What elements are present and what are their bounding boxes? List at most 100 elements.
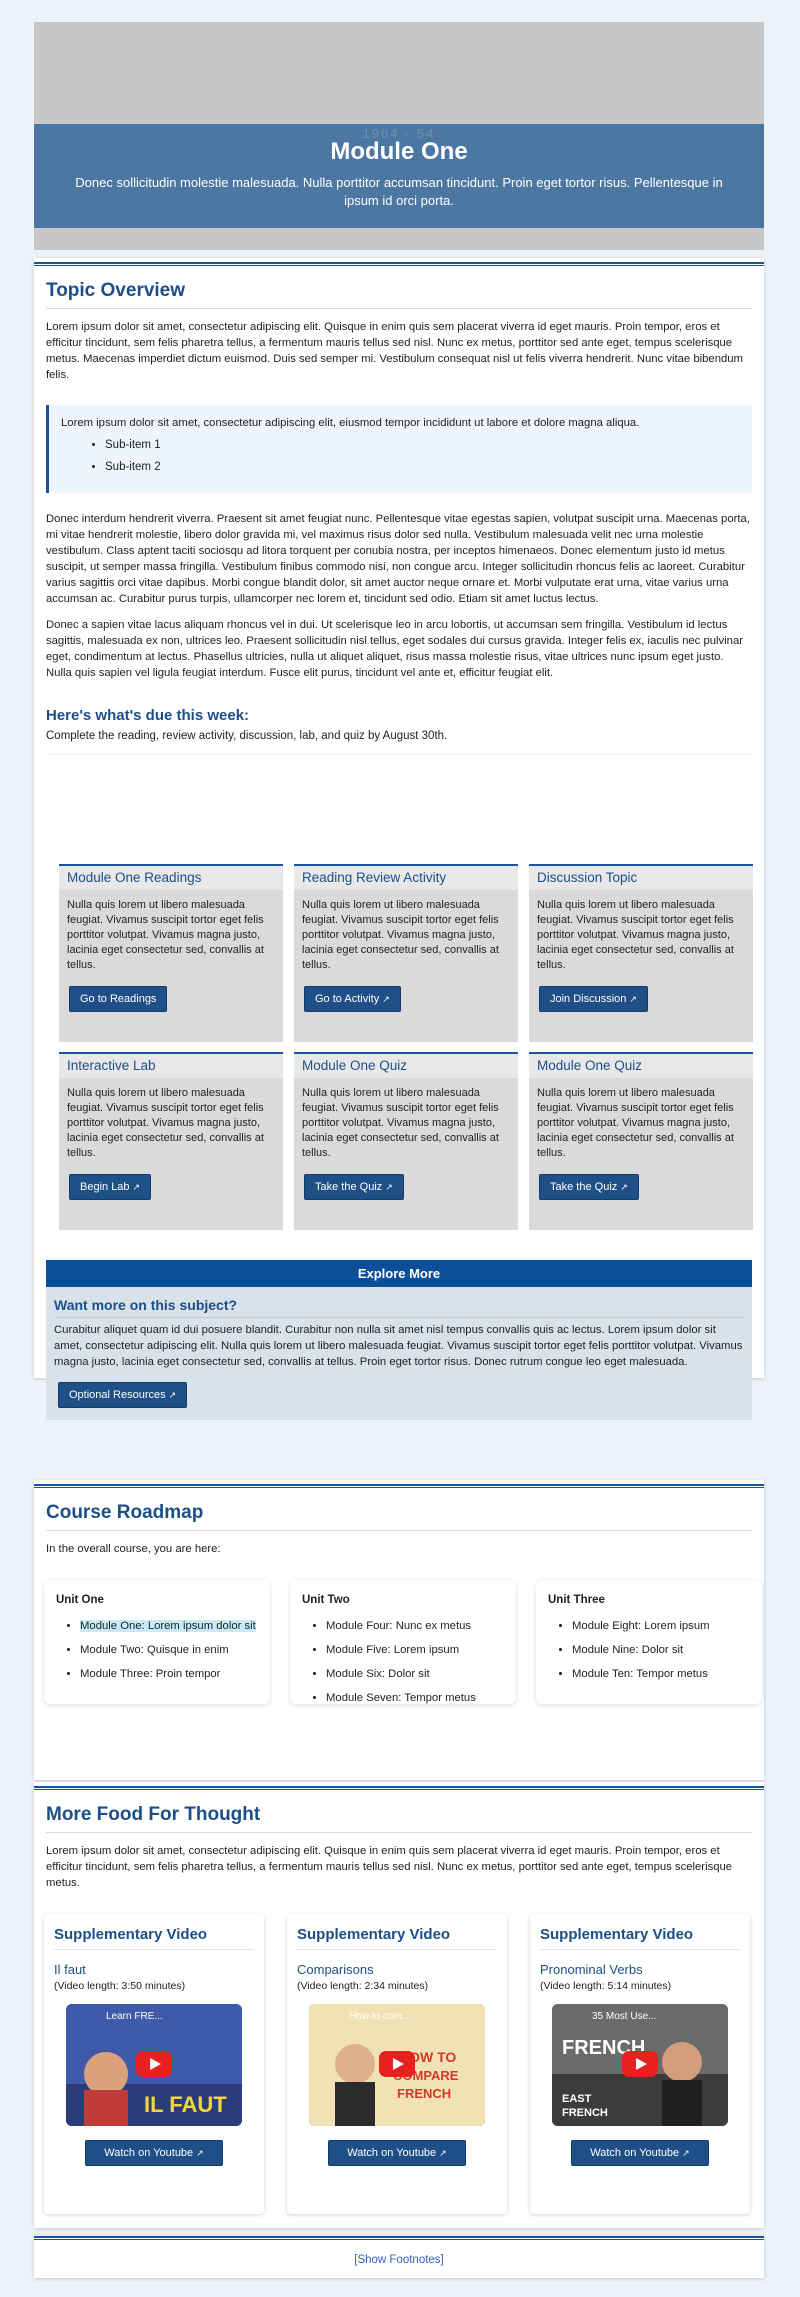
- unit-card: Unit Two Module Four: Nunc ex metus Modu…: [290, 1580, 516, 1704]
- unit-title: Unit Two: [302, 1594, 350, 1606]
- button-label: Join Discussion: [550, 993, 627, 1005]
- activity-title: Interactive Lab: [59, 1054, 283, 1078]
- page: 1984 - 54 Module One Donec sollicitudin …: [0, 0, 800, 2297]
- button-label: Take the Quiz: [550, 1181, 618, 1193]
- button-label: Watch on Youtube: [104, 2147, 194, 2159]
- thumbnail-caption: 35 Most Use...: [592, 2011, 657, 2022]
- external-link-icon: ↗: [385, 1182, 393, 1192]
- take-quiz-button[interactable]: Take the Quiz ↗: [304, 1174, 404, 1200]
- watch-on-youtube-button[interactable]: Watch on Youtube ↗: [571, 2140, 709, 2166]
- activity-card: Interactive Lab Nulla quis lorem ut libe…: [59, 1052, 283, 1230]
- module-item[interactable]: Module Ten: Tempor metus: [572, 1666, 750, 1682]
- activity-title: Module One Readings: [59, 866, 283, 890]
- module-list: Module One: Lorem ipsum dolor sit Module…: [56, 1618, 258, 1682]
- callout-list: Sub-item 1 Sub-item 2: [61, 439, 740, 473]
- activity-body: Nulla quis lorem ut libero malesuada feu…: [302, 1087, 499, 1159]
- play-icon[interactable]: [136, 2051, 172, 2077]
- module-item[interactable]: Module Nine: Dolor sit: [572, 1642, 750, 1658]
- unit-card: Unit Three Module Eight: Lorem ipsum Mod…: [536, 1580, 762, 1704]
- paragraph: Donec interdum hendrerit viverra. Praese…: [46, 513, 750, 605]
- unit-title: Unit One: [56, 1594, 104, 1606]
- module-item[interactable]: Module Two: Quisque in enim: [80, 1642, 258, 1658]
- due-heading: Here's what's due this week:: [46, 707, 250, 724]
- hero-subtitle: Donec sollicitudin molestie malesuada. N…: [75, 175, 723, 208]
- video-name: Il faut: [54, 1962, 86, 1977]
- module-item[interactable]: Module Six: Dolor sit: [326, 1666, 504, 1682]
- video-heading: Supplementary Video: [54, 1926, 254, 1950]
- external-link-icon: ↗: [682, 2148, 690, 2158]
- module-item[interactable]: Module Five: Lorem ipsum: [326, 1642, 504, 1658]
- optional-resources-button[interactable]: Optional Resources ↗: [58, 1382, 188, 1408]
- external-link-icon: ↗: [439, 2148, 447, 2158]
- video-name: Comparisons: [297, 1962, 374, 1977]
- activity-body: Nulla quis lorem ut libero malesuada feu…: [537, 1087, 734, 1159]
- module-item-current[interactable]: Module One: Lorem ipsum dolor sit: [80, 1618, 258, 1634]
- video-name: Pronominal Verbs: [540, 1962, 643, 1977]
- explore-header: Explore More: [46, 1260, 752, 1287]
- callout-text: Lorem ipsum dolor sit amet, consectetur …: [61, 417, 640, 429]
- hero-banner: 1984 - 54 Module One Donec sollicitudin …: [34, 22, 764, 250]
- explore-body: Curabitur aliquet quam id dui posuere bl…: [54, 1324, 743, 1368]
- page-title: Module One: [330, 138, 468, 165]
- activity-title: Module One Quiz: [294, 1054, 518, 1078]
- list-item: Sub-item 1: [105, 439, 740, 451]
- module-list: Module Eight: Lorem ipsum Module Nine: D…: [548, 1618, 750, 1682]
- activity-card: Module One Quiz Nulla quis lorem ut libe…: [294, 1052, 518, 1230]
- activity-card: Reading Review Activity Nulla quis lorem…: [294, 864, 518, 1042]
- module-list: Module Four: Nunc ex metus Module Five: …: [302, 1618, 504, 1706]
- module-item[interactable]: Module Three: Proin tempor: [80, 1666, 258, 1682]
- video-card: Supplementary Video Il faut (Video lengt…: [44, 1914, 264, 2214]
- video-length: (Video length: 3:50 minutes): [54, 1980, 186, 1992]
- video-card: Supplementary Video Pronominal Verbs (Vi…: [530, 1914, 750, 2214]
- module-item[interactable]: Module Seven: Tempor metus: [326, 1690, 504, 1706]
- section-title: Topic Overview: [46, 280, 752, 309]
- thumbnail-caption: Learn FRE...: [106, 2011, 163, 2022]
- watch-on-youtube-button[interactable]: Watch on Youtube ↗: [328, 2140, 466, 2166]
- video-thumbnail[interactable]: IL FAUT Learn FRE...: [66, 2004, 242, 2126]
- video-thumbnail[interactable]: FRENCH EAST FRENCH 35 Most Use...: [552, 2004, 728, 2126]
- join-discussion-button[interactable]: Join Discussion ↗: [539, 986, 648, 1012]
- watch-on-youtube-button[interactable]: Watch on Youtube ↗: [85, 2140, 223, 2166]
- activity-body: Nulla quis lorem ut libero malesuada feu…: [67, 1087, 264, 1159]
- play-icon[interactable]: [622, 2051, 658, 2077]
- svg-text:EAST: EAST: [562, 2093, 592, 2105]
- svg-text:IL FAUT: IL FAUT: [144, 2092, 227, 2117]
- play-icon[interactable]: [379, 2051, 415, 2077]
- button-label: Optional Resources: [69, 1389, 166, 1401]
- section-title: More Food For Thought: [46, 1804, 752, 1833]
- button-label: Take the Quiz: [315, 1181, 383, 1193]
- activity-card: Module One Quiz Nulla quis lorem ut libe…: [529, 1052, 753, 1230]
- begin-lab-button[interactable]: Begin Lab ↗: [69, 1174, 152, 1200]
- go-to-activity-button[interactable]: Go to Activity ↗: [304, 986, 401, 1012]
- due-text: Complete the reading, review activity, d…: [46, 730, 752, 755]
- show-footnotes-link[interactable]: [Show Footnotes]: [34, 2240, 764, 2266]
- go-to-readings-button[interactable]: Go to Readings: [69, 986, 168, 1012]
- unit-card: Unit One Module One: Lorem ipsum dolor s…: [44, 1580, 270, 1704]
- explore-title: Want more on this subject?: [54, 1297, 744, 1318]
- activity-title: Discussion Topic: [529, 866, 753, 890]
- external-link-icon: ↗: [382, 994, 390, 1004]
- activity-title: Module One Quiz: [529, 1054, 753, 1078]
- video-thumbnail[interactable]: HOW TO COMPARE FRENCH How to com...: [309, 2004, 485, 2126]
- activity-body: Nulla quis lorem ut libero malesuada feu…: [537, 899, 734, 971]
- video-heading: Supplementary Video: [540, 1926, 740, 1950]
- video-card: Supplementary Video Comparisons (Video l…: [287, 1914, 507, 2214]
- thumbnail-caption: How to com...: [349, 2011, 411, 2022]
- external-link-icon: ↗: [132, 1182, 141, 1192]
- current-module-label: Module One: Lorem ipsum dolor sit: [80, 1620, 256, 1632]
- activity-body: Nulla quis lorem ut libero malesuada feu…: [302, 899, 499, 971]
- section-title: Course Roadmap: [46, 1502, 752, 1531]
- button-label: Watch on Youtube: [347, 2147, 437, 2159]
- svg-text:FRENCH: FRENCH: [397, 2086, 451, 2101]
- footnotes-bar: [Show Footnotes]: [34, 2236, 764, 2278]
- module-item[interactable]: Module Eight: Lorem ipsum: [572, 1618, 750, 1634]
- module-item[interactable]: Module Four: Nunc ex metus: [326, 1618, 504, 1634]
- course-roadmap-panel: Course Roadmap In the overall course, yo…: [34, 1480, 764, 1780]
- hero-ghost-text: 1984 - 54: [362, 126, 436, 141]
- button-label: Go to Readings: [80, 993, 157, 1005]
- paragraph: Donec a sapien vitae lacus aliquam rhonc…: [46, 619, 744, 679]
- take-quiz-button[interactable]: Take the Quiz ↗: [539, 1174, 639, 1200]
- activity-title: Reading Review Activity: [294, 866, 518, 890]
- unit-title: Unit Three: [548, 1594, 605, 1606]
- food-for-thought-panel: More Food For Thought Lorem ipsum dolor …: [34, 1782, 764, 2228]
